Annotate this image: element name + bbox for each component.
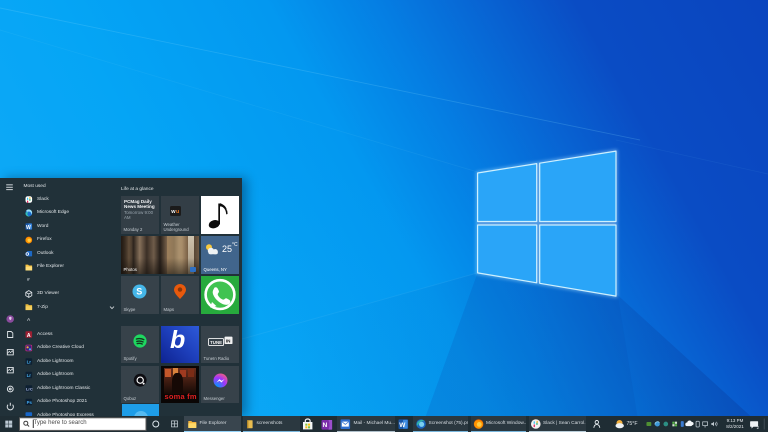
svg-text:2: 2 [757, 425, 760, 430]
svg-text:Lr: Lr [27, 373, 32, 378]
svg-text:LrC: LrC [26, 386, 33, 391]
svg-text:S: S [136, 287, 142, 297]
svg-text:N: N [323, 422, 328, 429]
svg-text:W: W [399, 422, 406, 429]
svg-text:u: u [176, 209, 179, 215]
svg-text:TUNE: TUNE [210, 340, 222, 345]
svg-text:Lr: Lr [27, 359, 32, 364]
svg-text:IN: IN [225, 338, 230, 343]
svg-text:W: W [26, 225, 31, 231]
svg-text:A: A [27, 333, 31, 339]
svg-text:Ps: Ps [27, 400, 33, 405]
